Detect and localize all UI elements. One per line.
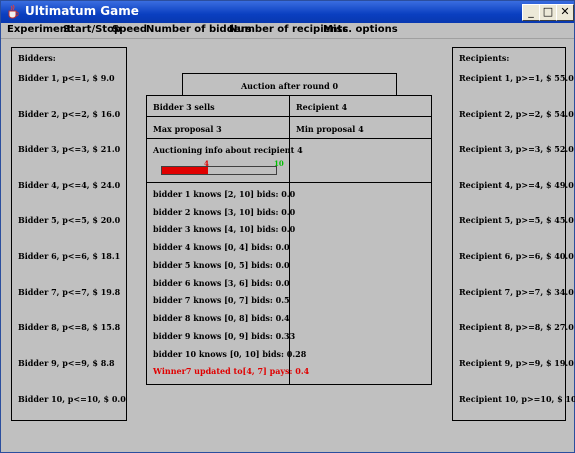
recipient-item: Recipient 8, p>=8, $ 27.0 xyxy=(459,322,574,332)
bidder-item: Bidder 7, p<=7, $ 19.8 xyxy=(18,287,121,297)
bidders-header: Bidders: xyxy=(18,53,56,63)
bidder-item: Bidder 1, p<=1, $ 9.0 xyxy=(18,73,115,83)
bidder-line: bidder 2 knows [3, 10] bids: 0.0 xyxy=(153,207,296,217)
grid-divider xyxy=(147,116,431,117)
minimize-button[interactable]: _ xyxy=(522,4,540,21)
auction-round-title: Auction after round 0 xyxy=(240,81,339,91)
recipient-item: Recipient 10, p>=10, $ 10.0 xyxy=(459,394,575,404)
recipient-item: Recipient 2, p>=2, $ 54.0 xyxy=(459,109,574,119)
recipient-item: Recipient 1, p>=1, $ 55.0 xyxy=(459,73,574,83)
grid-divider xyxy=(147,138,431,139)
bidders-panel: Bidders: Bidder 1, p<=1, $ 9.0 Bidder 2,… xyxy=(11,47,127,421)
bidder-item: Bidder 2, p<=2, $ 16.0 xyxy=(18,109,121,119)
bidder-line: bidder 9 knows [0, 9] bids: 0.33 xyxy=(153,331,296,341)
close-button[interactable]: ✕ xyxy=(556,4,574,21)
menu-misc-options[interactable]: Misc. options xyxy=(323,24,398,35)
recipient-item: Recipient 7, p>=7, $ 34.0 xyxy=(459,287,574,297)
recipient-item: Recipient 3, p>=3, $ 52.0 xyxy=(459,144,574,154)
title-bar: Ultimatum Game _ □ ✕ xyxy=(1,1,574,23)
bidder-item: Bidder 3, p<=3, $ 21.0 xyxy=(18,144,121,154)
bidder-line: bidder 7 knows [0, 7] bids: 0.5 xyxy=(153,295,290,305)
window-title: Ultimatum Game xyxy=(25,4,139,18)
auction-progress-bar xyxy=(161,166,277,175)
winner-line: Winner7 updated to[4, 7] pays: 0.4 xyxy=(153,366,310,376)
bar-low-label: 4 xyxy=(204,159,209,168)
menu-bar: Experiment Start/Stop Speed Number of bi… xyxy=(1,23,574,39)
bidder-item: Bidder 8, p<=8, $ 15.8 xyxy=(18,322,121,332)
min-proposal-label: Min proposal 4 xyxy=(296,124,364,134)
recipients-panel: Recipients: Recipient 1, p>=1, $ 55.0 Re… xyxy=(452,47,575,421)
bidder-line: bidder 10 knows [0, 10] bids: 0.28 xyxy=(153,349,307,359)
bidder-item: Bidder 5, p<=5, $ 20.0 xyxy=(18,215,121,225)
bidder-line: bidder 3 knows [4, 10] bids: 0.0 xyxy=(153,224,296,234)
recipient-label: Recipient 4 xyxy=(296,102,348,112)
bidder-line: bidder 6 knows [3, 6] bids: 0.0 xyxy=(153,278,290,288)
auction-round-box: Auction after round 0 xyxy=(182,73,397,97)
auction-grid: Bidder 3 sells Recipient 4 Max proposal … xyxy=(146,95,432,385)
recipient-item: Recipient 6, p>=6, $ 40.0 xyxy=(459,251,574,261)
bidder-line: bidder 4 knows [0, 4] bids: 0.0 xyxy=(153,242,290,252)
bidder-item: Bidder 10, p<=10, $ 0.0 xyxy=(18,394,126,404)
recipient-item: Recipient 5, p>=5, $ 45.0 xyxy=(459,215,574,225)
bar-high-label: 10 xyxy=(274,159,284,168)
bidder-line: bidder 1 knows [2, 10] bids: 0.0 xyxy=(153,189,296,199)
recipient-item: Recipient 4, p>=4, $ 49.0 xyxy=(459,180,574,190)
grid-divider xyxy=(147,182,431,183)
app-window: Ultimatum Game _ □ ✕ Experiment Start/St… xyxy=(0,0,575,453)
menu-speed[interactable]: Speed xyxy=(112,24,147,35)
menu-experiment[interactable]: Experiment xyxy=(7,24,72,35)
maximize-button[interactable]: □ xyxy=(539,4,557,21)
bidder-item: Bidder 9, p<=9, $ 8.8 xyxy=(18,358,115,368)
bidder-item: Bidder 4, p<=4, $ 24.0 xyxy=(18,180,121,190)
java-cup-icon xyxy=(8,4,19,19)
bidder-line: bidder 5 knows [0, 5] bids: 0.0 xyxy=(153,260,290,270)
auction-progress-fill xyxy=(162,167,208,174)
auctioning-info-label: Auctioning info about recipient 4 xyxy=(153,145,303,155)
bidder-line: bidder 8 knows [0, 8] bids: 0.4 xyxy=(153,313,290,323)
bidder-item: Bidder 6, p<=6, $ 18.1 xyxy=(18,251,121,261)
bidder-sells-label: Bidder 3 sells xyxy=(153,102,215,112)
max-proposal-label: Max proposal 3 xyxy=(153,124,222,134)
recipient-item: Recipient 9, p>=9, $ 19.0 xyxy=(459,358,574,368)
recipients-header: Recipients: xyxy=(459,53,510,63)
